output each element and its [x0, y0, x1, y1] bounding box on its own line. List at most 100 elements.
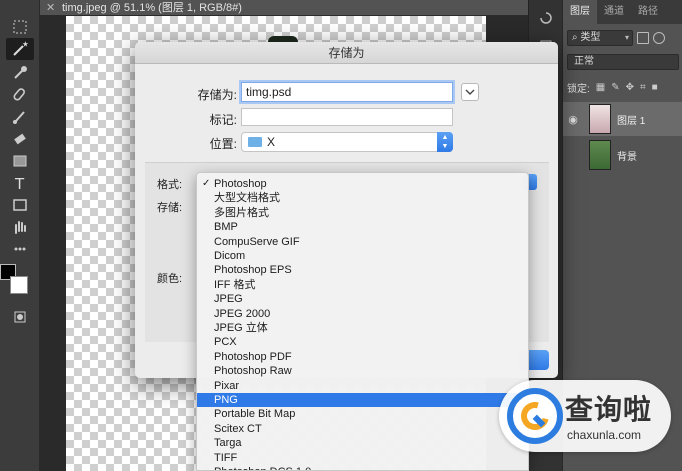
tags-input[interactable] — [241, 108, 453, 126]
layer-row[interactable]: 背景 — [563, 138, 682, 172]
format-option[interactable]: ✓ Photoshop — [197, 177, 528, 191]
layer-filter-row: ⌕ 类型 ▾ — [567, 30, 679, 46]
lock-position-icon[interactable]: ✥ — [626, 82, 634, 93]
save-as-label: 存储为: — [197, 88, 237, 102]
type-tool-icon[interactable]: T — [6, 172, 34, 194]
format-option-label: Portable Bit Map — [214, 408, 296, 421]
format-option-label: Targa — [214, 437, 242, 450]
format-option[interactable]: IFF 格式 — [197, 278, 528, 292]
format-option[interactable]: 大型文档格式 — [197, 191, 528, 205]
image-filter-icon[interactable] — [637, 32, 649, 44]
lock-paint-icon[interactable]: ✎ — [611, 82, 619, 93]
select-stepper-icon: ▲ ▼ — [437, 132, 453, 152]
format-dropdown: ✓ Photoshop 大型文档格式 多图片格式 BMP CompuServe GIF Di… — [196, 172, 529, 471]
chevron-down-icon: ▾ — [624, 33, 629, 42]
format-option-label: 大型文档格式 — [214, 192, 280, 205]
document-tab[interactable]: ✕ timg.jpeg @ 51.1% (图层 1, RGB/8#) — [40, 0, 562, 16]
format-option[interactable]: CompuServe GIF — [197, 235, 528, 249]
watermark-logo: 查询啦 chaxunla.com — [499, 380, 671, 452]
format-option[interactable]: Targa — [197, 436, 528, 450]
format-option-label: Photoshop DCS 1.0 — [214, 466, 311, 470]
eyedropper-tool-icon[interactable] — [6, 62, 34, 84]
tool-panel: T — [0, 0, 40, 471]
format-option-label: Dicom — [214, 250, 246, 262]
lock-all-icon[interactable]: ■ — [652, 82, 658, 93]
format-option-label: Pixar — [214, 379, 240, 392]
format-option-label: Scitex CT — [214, 422, 262, 435]
background-color-swatch[interactable] — [10, 276, 28, 294]
format-option-label: JPEG — [214, 293, 243, 306]
format-label: 格式: — [157, 179, 183, 191]
format-option-label: IFF 格式 — [214, 278, 256, 291]
eraser-tool-icon[interactable] — [6, 128, 34, 150]
tags-label: 标记: — [209, 113, 237, 127]
format-option-label: CompuServe GIF — [214, 235, 300, 248]
rectangle-tool-icon[interactable] — [6, 194, 34, 216]
layer-row[interactable]: ◉ 图层 1 — [563, 102, 682, 136]
format-option[interactable]: Photoshop PDF — [197, 350, 528, 364]
format-option[interactable]: Photoshop EPS — [197, 263, 528, 277]
search-icon: ⌕ — [572, 32, 578, 43]
lock-label: 锁定: — [567, 83, 590, 95]
watermark-domain: chaxunla.com — [567, 428, 642, 442]
hand-tool-icon[interactable] — [6, 216, 34, 238]
format-option[interactable]: Scitex CT — [197, 422, 528, 436]
document-title: timg.jpeg @ 51.1% (图层 1, RGB/8#) — [62, 2, 242, 14]
format-option[interactable]: Photoshop Raw — [197, 364, 528, 378]
format-option[interactable]: Photoshop DCS 1.0 — [197, 465, 528, 470]
tab-paths[interactable]: 路径 — [631, 0, 665, 24]
format-option[interactable]: Dicom — [197, 249, 528, 263]
format-option[interactable]: PCX — [197, 335, 528, 349]
marquee-tool-icon[interactable] — [6, 16, 34, 38]
filename-input[interactable] — [241, 82, 453, 102]
lock-pixels-icon[interactable]: ▦ — [596, 82, 605, 93]
format-option[interactable]: TIFF — [197, 451, 528, 465]
expand-dialog-button[interactable] — [461, 83, 479, 101]
magic-wand-tool-icon[interactable] — [6, 38, 34, 60]
layer-thumbnail — [589, 104, 611, 134]
kind-filter-select[interactable]: ⌕ 类型 ▾ — [567, 30, 633, 46]
save-options-label: 存储: — [157, 202, 183, 214]
layer-thumbnail — [589, 140, 611, 170]
watermark-brand: 查询啦 — [565, 393, 653, 426]
layer-name: 图层 1 — [617, 115, 646, 127]
format-option-label: JPEG 立体 — [214, 322, 268, 334]
healing-brush-tool-icon[interactable] — [6, 84, 34, 106]
format-option[interactable]: 多图片格式 — [197, 206, 528, 220]
format-option-label: PNG — [214, 394, 238, 406]
layer-name: 背景 — [617, 151, 637, 163]
gradient-tool-icon[interactable] — [6, 150, 34, 172]
format-option-label: PCX — [214, 336, 237, 349]
blend-mode-select[interactable]: 正常 — [567, 54, 679, 70]
format-option-label: Photoshop PDF — [214, 350, 292, 363]
format-option[interactable]: Pixar — [197, 379, 528, 393]
format-option[interactable]: JPEG 立体 — [197, 321, 528, 335]
chevron-down-icon — [465, 89, 475, 95]
where-select[interactable]: X ▲ ▼ — [241, 132, 453, 152]
panel-tabs: 图层 通道 路径 — [563, 0, 682, 24]
more-tools-icon[interactable] — [6, 238, 34, 260]
format-option[interactable]: Portable Bit Map — [197, 407, 528, 421]
tab-channels[interactable]: 通道 — [597, 0, 631, 24]
format-option[interactable]: BMP — [197, 220, 528, 234]
format-option-label: 多图片格式 — [214, 206, 269, 219]
kind-filter-label: 类型 — [580, 32, 601, 43]
format-option-label: TIFF — [214, 451, 238, 464]
format-option[interactable]: PNG — [197, 393, 528, 408]
history-icon[interactable] — [536, 8, 556, 28]
tab-layers[interactable]: 图层 — [563, 0, 597, 24]
lock-row: 锁定: ▦ ✎ ✥ ⌗ ■ — [567, 80, 679, 95]
quick-mask-icon[interactable] — [6, 306, 34, 328]
format-option[interactable]: JPEG — [197, 292, 528, 306]
blend-mode-value: 正常 — [574, 56, 594, 67]
format-option-label: Photoshop Raw — [214, 365, 292, 378]
close-icon[interactable]: ✕ — [46, 2, 55, 14]
format-option-label: Photoshop — [214, 178, 267, 190]
eye-icon[interactable]: ◉ — [563, 113, 583, 126]
folder-icon — [248, 137, 262, 147]
adjustment-filter-icon[interactable] — [653, 32, 665, 44]
lock-artboard-icon[interactable]: ⌗ — [640, 82, 646, 93]
format-option[interactable]: JPEG 2000 — [197, 307, 528, 321]
dialog-titlebar: 存储为 — [135, 42, 558, 64]
brush-tool-icon[interactable] — [6, 106, 34, 128]
